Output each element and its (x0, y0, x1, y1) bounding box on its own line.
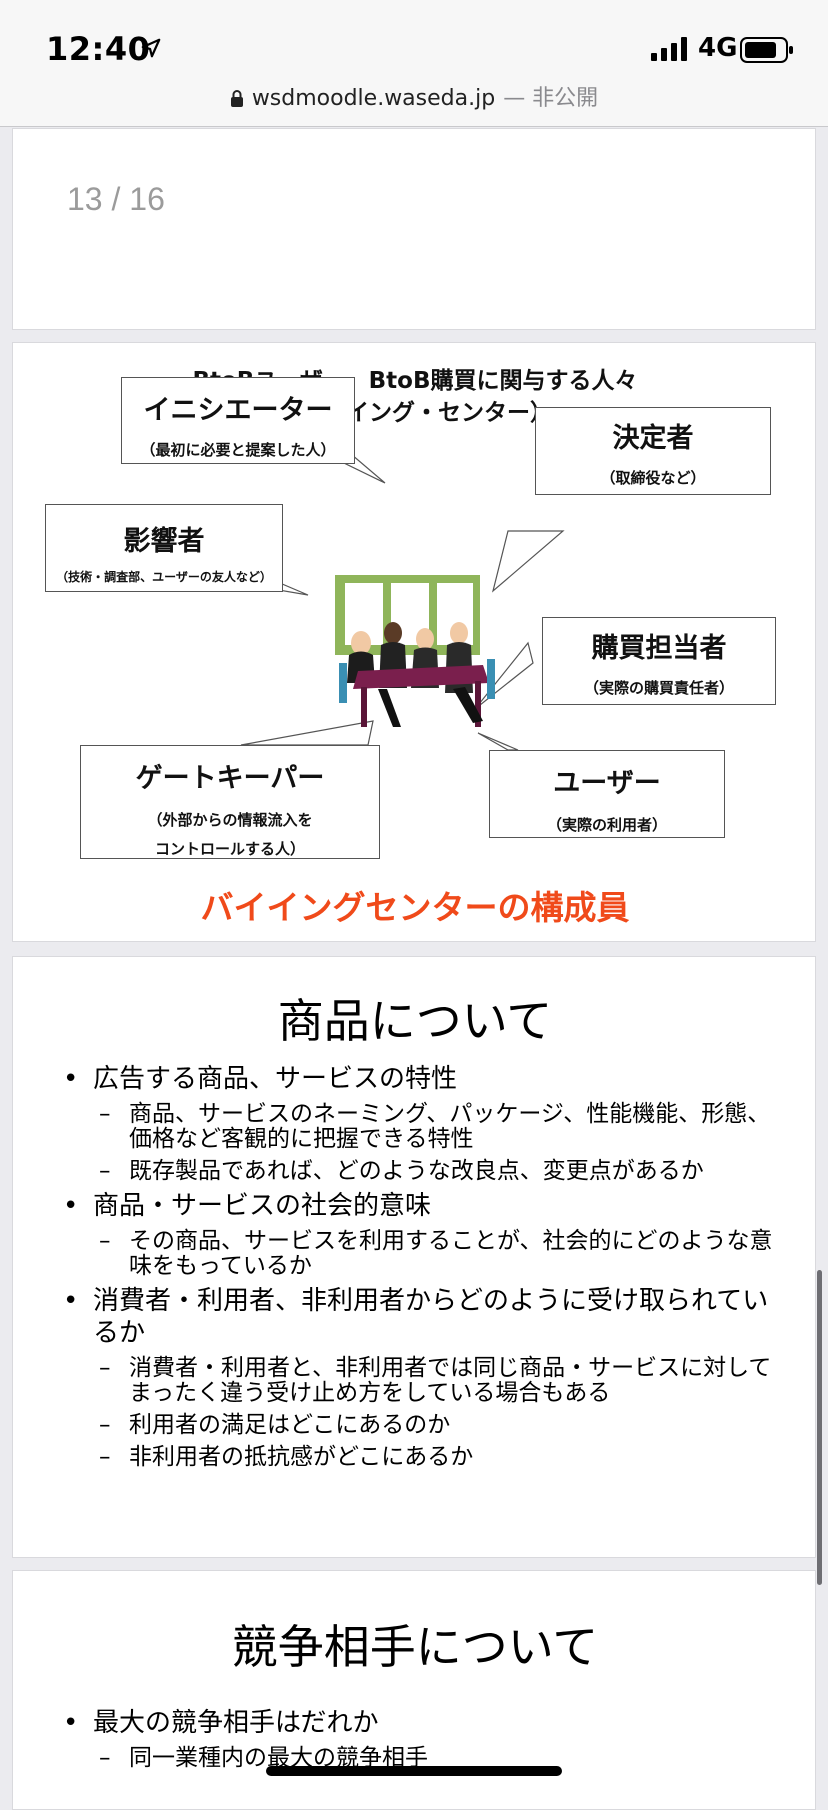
bullet-item: 消費者・利用者、非利用者からどのように受け取られているか (63, 1285, 783, 1349)
role-desc: （外部からの情報流入を (147, 811, 313, 829)
sub-bullet-item: 既存製品であれば、どのような改良点、変更点があるか (63, 1159, 783, 1185)
role-desc: （技術・調査部、ユーザーの友人など） (56, 570, 272, 584)
slide-buying-center: BtoBユーザー、BtoB購買に関与する人々 （バイイング・センター） イニシエ… (12, 342, 816, 942)
role-box-gatekeeper: ゲートキーパー （外部からの情報流入を コントロールする人） (80, 745, 380, 859)
status-time: 12:40 (46, 30, 151, 68)
role-box-influencer: 影響者 （技術・調査部、ユーザーの友人など） (45, 504, 283, 592)
address-bar[interactable]: wsdmoodle.waseda.jp — 非公開 (0, 80, 828, 112)
signal-icon (651, 37, 687, 61)
bullet-list: 最大の競争相手はだれか 同一業種内の最大の競争相手 (63, 1701, 783, 1771)
role-name: 影響者 (123, 526, 205, 557)
role-desc: （最初に必要と提案した人） (140, 441, 336, 459)
role-name: 決定者 (612, 423, 694, 454)
browser-top-bar: 12:40 4G wsdmoodle.waseda.jp — 非公開 (0, 0, 828, 127)
page-indicator: 13 / 16 (67, 181, 165, 217)
role-name: イニシエーター (143, 395, 333, 426)
role-box-initiator: イニシエーター （最初に必要と提案した人） (121, 377, 355, 464)
home-indicator[interactable] (266, 1766, 562, 1776)
bullet-item: 最大の競争相手はだれか (63, 1707, 783, 1739)
bullet-list: 広告する商品、サービスの特性 商品、サービスのネーミング、パッケージ、性能機能、… (63, 1057, 783, 1470)
sub-bullet-item: その商品、サービスを利用することが、社会的にどのような意味をもっているか (63, 1229, 783, 1279)
slide-caption: バイイングセンターの構成員 (200, 888, 630, 927)
role-desc: （実際の利用者） (546, 816, 667, 834)
role-desc-line2: コントロールする人） (154, 840, 305, 858)
sub-bullet-item: 非利用者の抵抗感がどこにあるか (63, 1445, 783, 1471)
pdf-page-card: 13 / 16 (12, 128, 816, 330)
role-name: ゲートキーパー (135, 763, 325, 794)
slide-title: 商品について (277, 994, 553, 1048)
role-box-user: ユーザー （実際の利用者） (489, 750, 725, 838)
sub-bullet-item: 利用者の満足はどこにあるのか (63, 1413, 783, 1439)
network-type: 4G (698, 33, 738, 63)
lock-icon (230, 90, 243, 107)
bullet-item: 商品・サービスの社会的意味 (63, 1190, 783, 1222)
url-domain: wsdmoodle.waseda.jp (251, 86, 496, 111)
scrollbar[interactable] (817, 1270, 822, 1585)
url-privacy: — 非公開 (503, 86, 599, 111)
role-desc: （取締役など） (600, 469, 706, 487)
role-box-decider: 決定者 （取締役など） (535, 407, 771, 495)
role-name: ユーザー (553, 768, 661, 799)
bullet-item: 広告する商品、サービスの特性 (63, 1063, 783, 1095)
location-arrow-icon (141, 38, 161, 58)
role-desc: （実際の購買責任者） (583, 679, 734, 697)
slide-title: 競争相手について (231, 1620, 599, 1674)
role-box-purchaser: 購買担当者 （実際の購買責任者） (542, 617, 776, 705)
sub-bullet-item: 消費者・利用者と、非利用者では同じ商品・サービスに対してまったく違う受け止め方を… (63, 1356, 783, 1406)
sub-bullet-item: 商品、サービスのネーミング、パッケージ、性能機能、形態、価格など客観的に把握でき… (63, 1102, 783, 1152)
slide-product: 商品について 広告する商品、サービスの特性 商品、サービスのネーミング、パッケー… (12, 956, 816, 1558)
meeting-illustration (335, 575, 495, 727)
battery-icon (740, 37, 793, 63)
role-name: 購買担当者 (591, 633, 727, 664)
